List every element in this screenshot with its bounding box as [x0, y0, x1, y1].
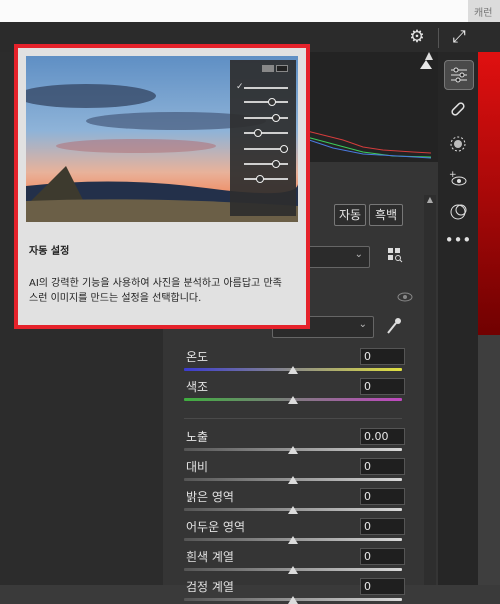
slider-label: 온도 — [186, 350, 209, 364]
color-swatch-strip — [478, 52, 500, 352]
mini-slider — [244, 98, 288, 106]
tooltip-description: AI의 강력한 기능을 사용하여 사진을 분석하고 아름답고 만족스런 이미지를… — [29, 278, 282, 304]
slider-thumb[interactable] — [288, 536, 298, 544]
slider-thumb[interactable] — [288, 396, 298, 404]
slider-value-field[interactable]: 0.00 — [360, 428, 405, 445]
slider-label: 어두운 영역 — [186, 520, 246, 534]
svg-text:+: + — [449, 170, 457, 180]
sliders-icon[interactable] — [444, 60, 474, 90]
presets-icon[interactable] — [444, 198, 472, 226]
gear-icon[interactable]: ⚙ — [404, 22, 430, 52]
scroll-up-arrow[interactable]: ▲ — [424, 195, 436, 207]
slider-label: 검정 계열 — [186, 580, 234, 594]
redeye-icon[interactable]: + — [444, 165, 472, 193]
slider-value-field[interactable]: 0 — [360, 378, 405, 395]
slider-thumb[interactable] — [288, 476, 298, 484]
slider-label: 밝은 영역 — [186, 490, 234, 504]
top-bar-right-text: 캐런 — [474, 8, 493, 19]
slider-label: 노출 — [186, 430, 209, 444]
clipping-warning-icon[interactable] — [418, 56, 434, 70]
mini-slider — [244, 160, 288, 168]
mini-slider — [244, 145, 288, 153]
before-after-toggle-alt — [276, 65, 288, 72]
slider-thumb[interactable] — [288, 506, 298, 514]
bandage-icon[interactable] — [444, 95, 472, 123]
checkmark-icon: ✓ — [236, 82, 244, 92]
slider-value-field[interactable]: 0 — [360, 458, 405, 475]
visibility-eye-icon[interactable] — [396, 288, 414, 302]
profile-browser-icon[interactable] — [386, 246, 404, 264]
mini-slider — [244, 87, 288, 89]
mini-slider — [244, 114, 288, 122]
slider-label: 흰색 계열 — [186, 550, 234, 564]
chevron-down-icon: ⌄ — [358, 319, 367, 330]
auto-button[interactable]: 자동 — [334, 204, 366, 226]
section-divider — [184, 418, 402, 419]
slider-label: 색조 — [186, 380, 209, 394]
side-panel-edge — [478, 335, 500, 585]
slider-value-field[interactable]: 0 — [360, 348, 405, 365]
slider-label: 대비 — [186, 460, 209, 474]
before-after-toggle — [262, 65, 274, 72]
mini-slider — [244, 129, 288, 137]
mask-icon[interactable] — [444, 130, 472, 158]
preview-photo: ✓ — [26, 56, 298, 222]
slider-thumb[interactable] — [288, 446, 298, 454]
tooltip-title: 자동 설정 — [29, 246, 70, 257]
slider-value-field[interactable]: 0 — [360, 578, 405, 595]
slider-value-field[interactable]: 0 — [360, 488, 405, 505]
eyedropper-icon[interactable] — [384, 316, 402, 336]
slider-thumb[interactable] — [288, 566, 298, 574]
black-white-button[interactable]: 흑백 — [369, 204, 403, 226]
chevron-down-icon: ⌄ — [354, 249, 363, 260]
mini-slider — [244, 175, 288, 183]
slider-value-field[interactable]: 0 — [360, 548, 405, 565]
slider-thumb[interactable] — [288, 596, 298, 604]
more-icon[interactable]: ••• — [444, 226, 472, 254]
panel-scrollbar[interactable] — [424, 195, 436, 585]
top-bar — [0, 0, 500, 22]
expand-icon[interactable]: ⤢ — [446, 22, 472, 52]
slider-thumb[interactable] — [288, 366, 298, 374]
toolbar-divider — [438, 28, 439, 48]
slider-value-field[interactable]: 0 — [360, 518, 405, 535]
